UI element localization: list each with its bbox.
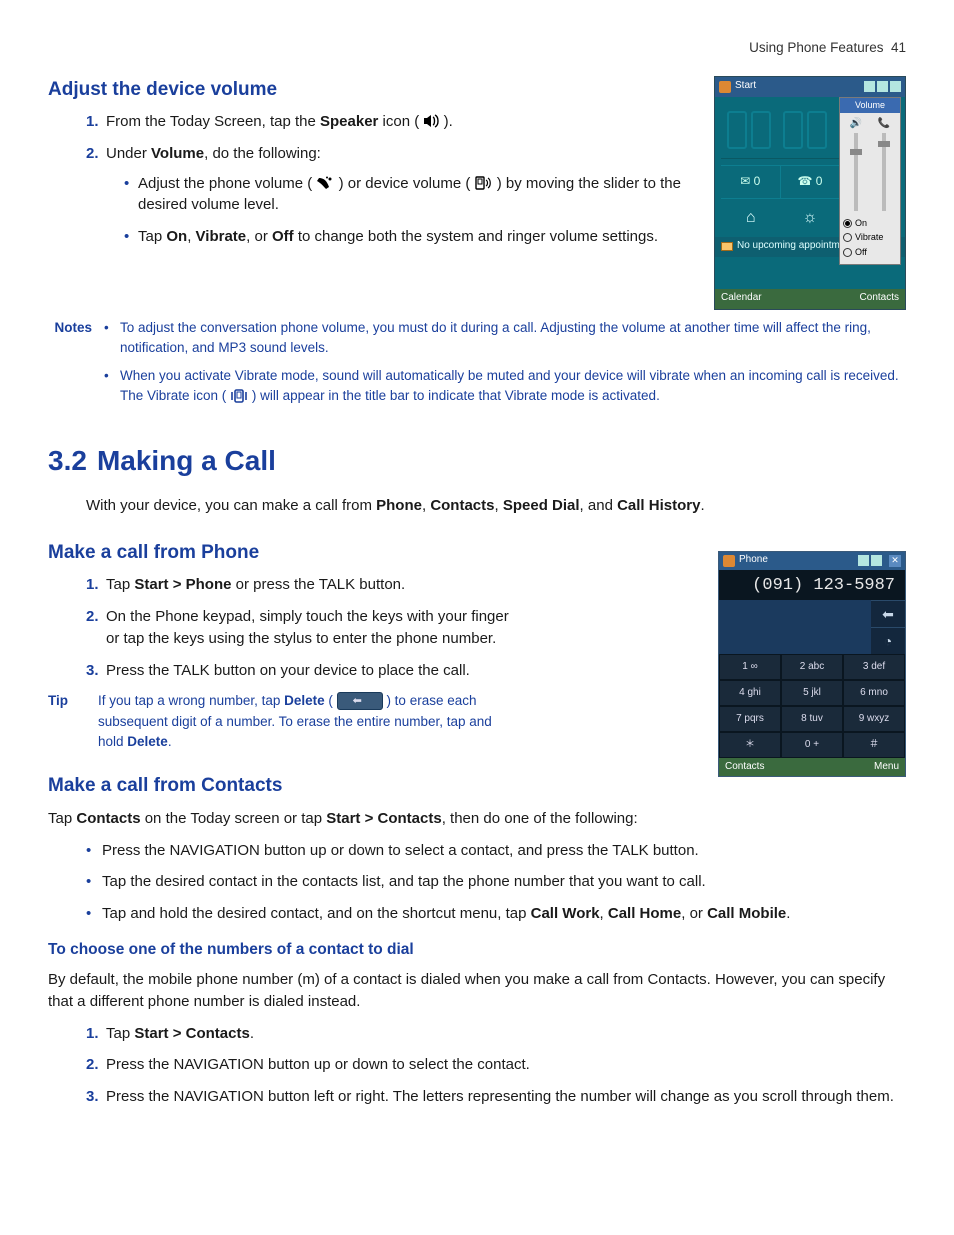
key-6: 6 mno — [843, 680, 905, 706]
substep-tap-mode: Tap On, Vibrate, or Off to change both t… — [124, 226, 906, 248]
choose-number-intro: By default, the mobile phone number (m) … — [48, 969, 906, 1013]
notes-block: Notes To adjust the conversation phone v… — [48, 318, 906, 415]
note-2: When you activate Vibrate mode, sound wi… — [104, 366, 906, 407]
phone-step-3: 3.Press the TALK button on your device t… — [86, 660, 518, 682]
contacts-bullet-1: Press the NAVIGATION button up or down t… — [86, 840, 906, 862]
today-titlebar: Start — [715, 77, 905, 97]
key-hash: ＃ — [843, 732, 905, 758]
key-star: ＊ — [719, 732, 781, 758]
phone-step-2: 2.On the Phone keypad, simply touch the … — [86, 606, 518, 650]
key-2: 2 abc — [781, 654, 843, 680]
call-history-button: ◔ — [871, 627, 905, 654]
device-volume-icon — [475, 176, 493, 190]
heading-making-a-call: 3.2Making a Call — [48, 441, 906, 482]
contacts-bullet-2: Tap the desired contact in the contacts … — [86, 871, 906, 893]
phone-step-1: 1. Tap Start > Phone or press the TALK b… — [86, 574, 518, 596]
backspace-button: ⬅ — [871, 600, 905, 627]
contacts-intro: Tap Contacts on the Today screen or tap … — [48, 808, 906, 830]
choose-step-3: 3.Press the NAVIGATION button left or ri… — [86, 1086, 906, 1108]
speaker-tray-icon — [871, 555, 882, 566]
phone-volume-icon — [316, 176, 334, 190]
heading-call-from-phone: Make a call from Phone — [48, 539, 518, 567]
key-0: 0 + — [781, 732, 843, 758]
vibrate-icon — [230, 388, 248, 404]
key-8: 8 tuv — [781, 706, 843, 732]
speaker-icon — [423, 114, 439, 128]
start-flag-icon — [723, 555, 735, 567]
step-1: 1. From the Today Screen, tap the Speake… — [86, 111, 906, 133]
signal-icon — [858, 555, 869, 566]
signal-icon — [864, 81, 875, 92]
dialed-number: (091) 123-5987 — [719, 570, 905, 600]
note-1: To adjust the conversation phone volume,… — [104, 318, 906, 359]
step-2: 2. Under Volume, do the following: Adjus… — [86, 143, 906, 248]
contacts-bullet-3: Tap and hold the desired contact, and on… — [86, 903, 906, 925]
figure-phone-keypad: Phone ✕ (091) 123-5987 ⬅ ◔ 1 ∞ 2 abc 3 d… — [718, 551, 906, 777]
key-7: 7 pqrs — [719, 706, 781, 732]
battery-icon — [890, 81, 901, 92]
choose-step-2: 2.Press the NAVIGATION button up or down… — [86, 1054, 906, 1076]
heading-choose-number: To choose one of the numbers of a contac… — [48, 939, 906, 961]
making-call-intro: With your device, you can make a call fr… — [48, 495, 906, 517]
running-header: Using Phone Features 41 — [48, 38, 906, 58]
key-4: 4 ghi — [719, 680, 781, 706]
key-9: 9 wxyz — [843, 706, 905, 732]
radio-off — [843, 248, 852, 257]
delete-key-icon — [337, 692, 383, 710]
key-5: 5 jkl — [781, 680, 843, 706]
tip-block: Tip If you tap a wrong number, tap Delet… — [48, 691, 518, 752]
speaker-tray-icon — [877, 81, 888, 92]
substep-adjust-slider: Adjust the phone volume ( ) or device vo… — [124, 173, 906, 217]
close-icon: ✕ — [889, 555, 901, 567]
key-3: 3 def — [843, 654, 905, 680]
start-flag-icon — [719, 81, 731, 93]
choose-step-1: 1. Tap Start > Contacts. — [86, 1023, 906, 1045]
phone-keypad: 1 ∞ 2 abc 3 def 4 ghi 5 jkl 6 mno 7 pqrs… — [719, 654, 905, 758]
key-1: 1 ∞ — [719, 654, 781, 680]
